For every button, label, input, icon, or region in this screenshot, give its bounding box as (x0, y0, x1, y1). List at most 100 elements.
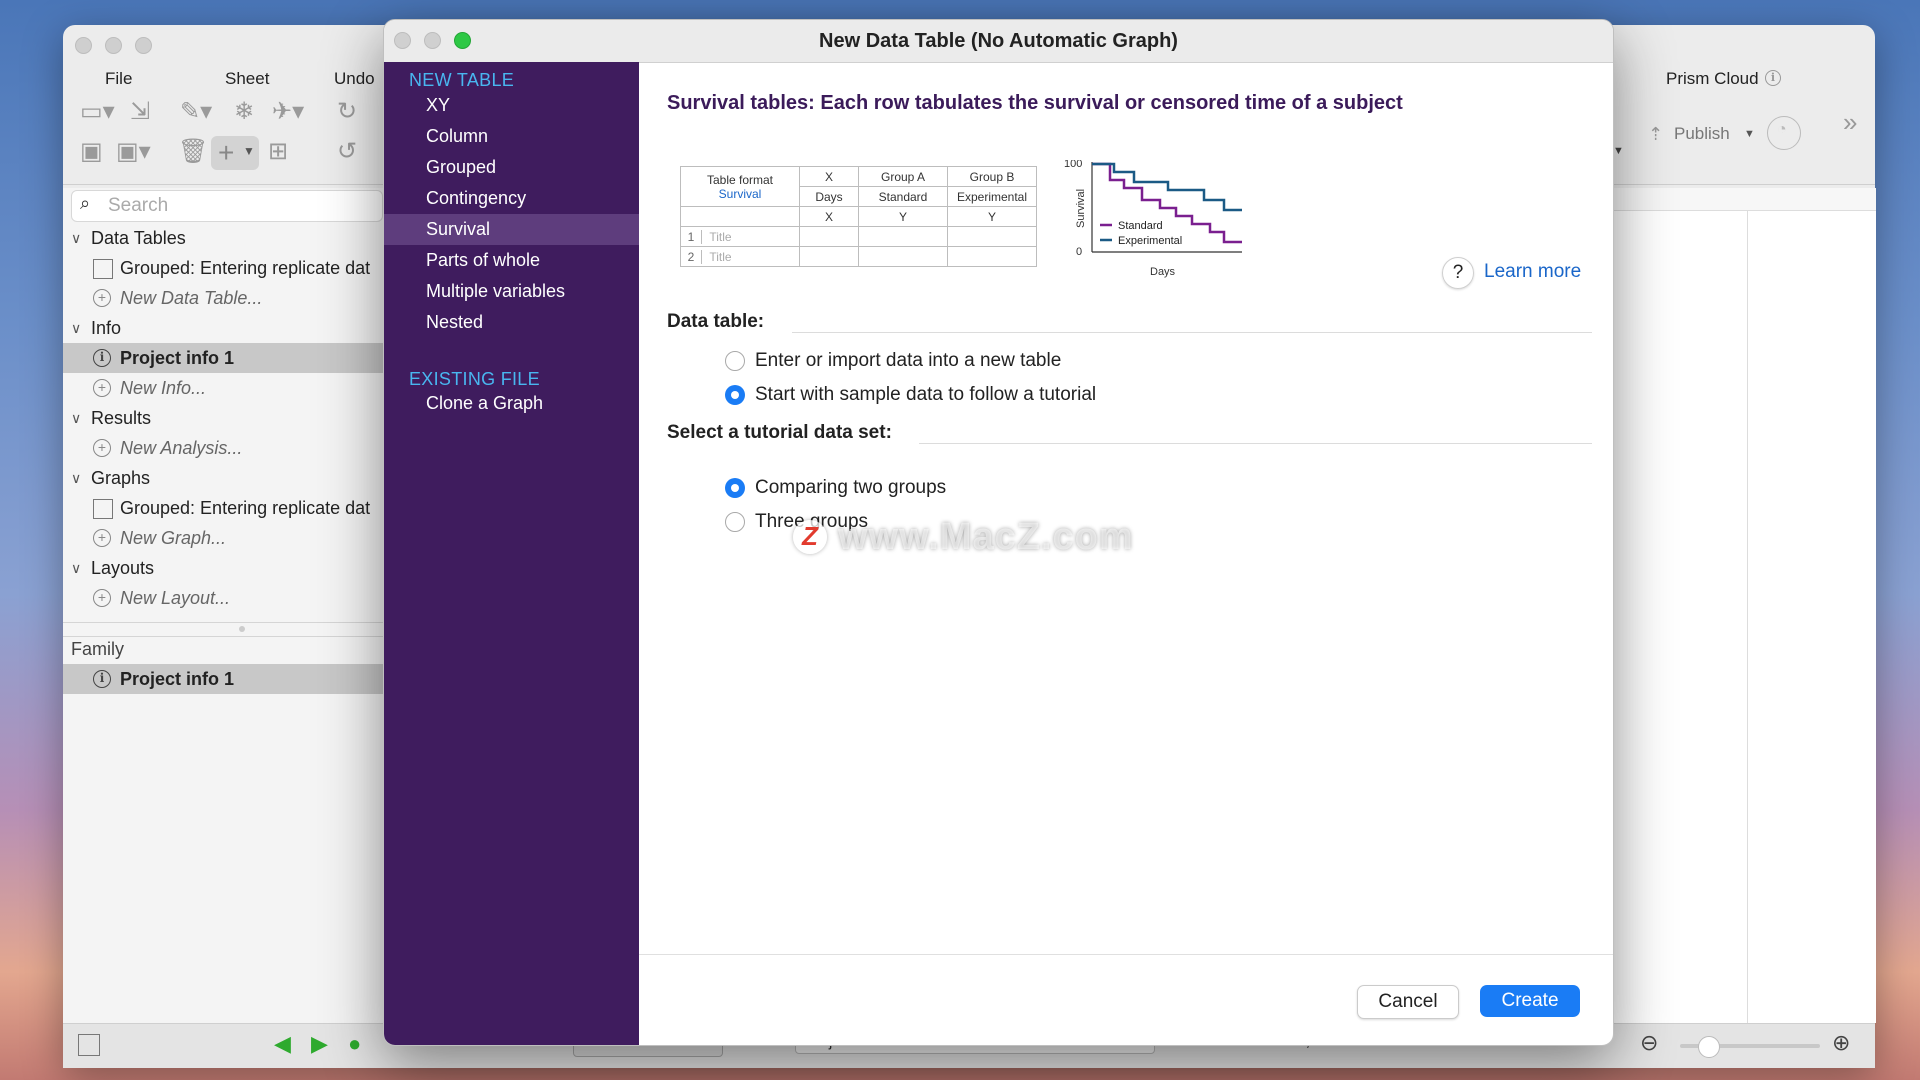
search-input[interactable]: ⌕ Search (71, 190, 383, 222)
sidebar-item-multiple-variables[interactable]: Multiple variables (384, 276, 639, 307)
sidebar-item-xy[interactable]: XY (384, 90, 639, 121)
double-chevron-right-icon[interactable]: » (1843, 107, 1857, 138)
new-analysis-item[interactable]: + New Analysis... (63, 433, 383, 463)
next-sheet-icon[interactable]: ▶ (311, 1031, 328, 1057)
y-axis-top-label: 100 (1064, 160, 1082, 170)
dialog-close-button[interactable] (394, 32, 411, 49)
table-format-label: Table format (706, 172, 774, 187)
snowflake-icon[interactable]: ❄ (234, 98, 254, 126)
zoom-button[interactable] (135, 37, 152, 54)
x-axis-label: Days (1150, 266, 1176, 278)
close-button[interactable] (75, 37, 92, 54)
publish-button[interactable]: ⇡ Publish ▼ (1648, 122, 1758, 150)
chevron-down-icon[interactable]: ▼ (1613, 145, 1624, 157)
graph-icon (93, 499, 113, 519)
section-info[interactable]: ∨ Info (63, 313, 383, 343)
sidebar-item-nested[interactable]: Nested (384, 307, 639, 338)
zoom-in-icon[interactable]: ⊕ (1832, 1030, 1850, 1056)
sidebar-item-grouped[interactable]: Grouped (384, 152, 639, 183)
graph-item[interactable]: Grouped: Entering replicate dat (63, 493, 383, 523)
open-file-icon[interactable]: ⇲ (130, 98, 150, 126)
sidebar-item-survival[interactable]: Survival (384, 214, 639, 245)
save-icon[interactable]: ▣ (80, 138, 103, 166)
plus-circle-icon: + (93, 589, 111, 607)
create-button[interactable]: Create (1480, 985, 1580, 1017)
dialog-minimize-button[interactable] (424, 32, 441, 49)
new-layout-item[interactable]: + New Layout... (63, 583, 383, 613)
trash-icon[interactable]: 🗑 (178, 138, 208, 166)
radio-enter-import[interactable] (725, 351, 745, 371)
radio-enter-import-label[interactable]: Enter or import data into a new table (755, 350, 1061, 372)
preview-row-header: 2 Title (680, 246, 800, 267)
add-column-icon[interactable]: ⊞ (268, 138, 288, 166)
new-graph-item[interactable]: + New Graph... (63, 523, 383, 553)
previous-sheet-icon[interactable]: ◀ (274, 1031, 291, 1057)
sidebar-item-column[interactable]: Column (384, 121, 639, 152)
sidebar-item-label: Clone a Graph (426, 393, 544, 413)
redo-icon[interactable]: ↻ (337, 98, 357, 126)
zoom-slider-thumb[interactable] (1698, 1036, 1720, 1058)
preview-row: 2 Title (680, 246, 1037, 267)
project-info-item[interactable]: i Project info 1 (63, 343, 383, 373)
pin-icon[interactable]: ✈▾ (272, 98, 304, 126)
section-layouts[interactable]: ∨ Layouts (63, 553, 383, 583)
section-label: Data Tables (91, 228, 186, 248)
section-graphs[interactable]: ∨ Graphs (63, 463, 383, 493)
zoom-slider[interactable] (1680, 1036, 1820, 1058)
navigator-search-icon[interactable]: ● (348, 1031, 361, 1057)
save-as-icon[interactable]: ▣▾ (116, 138, 151, 166)
y-axis-label: Survival (1075, 189, 1087, 228)
add-sheet-button[interactable]: + ▼ (211, 136, 259, 170)
data-table-label: Data table: (667, 311, 765, 332)
preview-col-b: Group B (947, 166, 1037, 187)
zoom-out-icon[interactable]: ⊖ (1640, 1030, 1658, 1056)
section-results[interactable]: ∨ Results (63, 403, 383, 433)
sidebar-item-parts-of-whole[interactable]: Parts of whole (384, 245, 639, 276)
info-icon: i (93, 349, 111, 367)
new-info-item[interactable]: + New Info... (63, 373, 383, 403)
sidebar-item-clone-graph[interactable]: Clone a Graph (384, 388, 639, 419)
data-table-item[interactable]: Grouped: Entering replicate dat (63, 253, 383, 283)
y-axis-bottom-label: 0 (1076, 246, 1082, 258)
sidebar-item-label: Contingency (426, 188, 527, 208)
new-data-table-item[interactable]: + New Data Table... (63, 283, 383, 313)
splitter-handle (239, 626, 245, 632)
new-file-icon[interactable]: ▭▾ (80, 98, 115, 126)
preview-type-x: X (799, 206, 859, 227)
account-avatar[interactable]: ◔ (1767, 116, 1801, 150)
dialog-zoom-button[interactable] (454, 32, 471, 49)
radio-sample-data-label[interactable]: Start with sample data to follow a tutor… (755, 384, 1096, 406)
preview-col-x: X (799, 166, 859, 187)
preview-type-b: Y (947, 206, 1037, 227)
watermark-logo-glyph: Z (802, 521, 818, 551)
info-icon[interactable]: i (1765, 70, 1781, 86)
radio-three-groups[interactable] (725, 512, 745, 532)
help-button[interactable]: ? (1442, 257, 1474, 289)
row-number: 2 (681, 249, 702, 264)
cancel-button[interactable]: Cancel (1357, 985, 1459, 1019)
watermark-logo: Z (793, 520, 827, 554)
table-icon (93, 259, 113, 279)
family-label: Family (71, 639, 124, 659)
preview-empty-cell (799, 246, 859, 267)
tutorial-label: Select a tutorial data set: (667, 422, 892, 443)
undo-icon[interactable]: ↺ (337, 138, 357, 166)
preview-empty-cell (947, 246, 1037, 267)
learn-more-link[interactable]: Learn more (1484, 261, 1581, 283)
minimize-button[interactable] (105, 37, 122, 54)
radio-sample-data[interactable] (725, 385, 745, 405)
toolbar-group-file: File (105, 69, 133, 88)
section-data-tables[interactable]: ∨ Data Tables (63, 223, 383, 253)
upload-icon: ⇡ (1648, 124, 1664, 144)
sidebar-item-contingency[interactable]: Contingency (384, 183, 639, 214)
family-project-info-item[interactable]: i Project info 1 (63, 664, 383, 694)
toggle-navigator-icon[interactable] (78, 1034, 100, 1056)
section-divider (792, 332, 1592, 333)
radio-two-groups[interactable] (725, 478, 745, 498)
existing-file-header: EXISTING FILE (409, 369, 540, 389)
pencil-icon[interactable]: ✎▾ (180, 98, 212, 126)
radio-two-groups-label[interactable]: Comparing two groups (755, 477, 946, 499)
search-icon: ⌕ (80, 193, 91, 213)
sidebar-item-label: Survival (426, 219, 491, 239)
dialog-sidebar: NEW TABLE XY Column Grouped Contingency … (384, 62, 639, 1045)
